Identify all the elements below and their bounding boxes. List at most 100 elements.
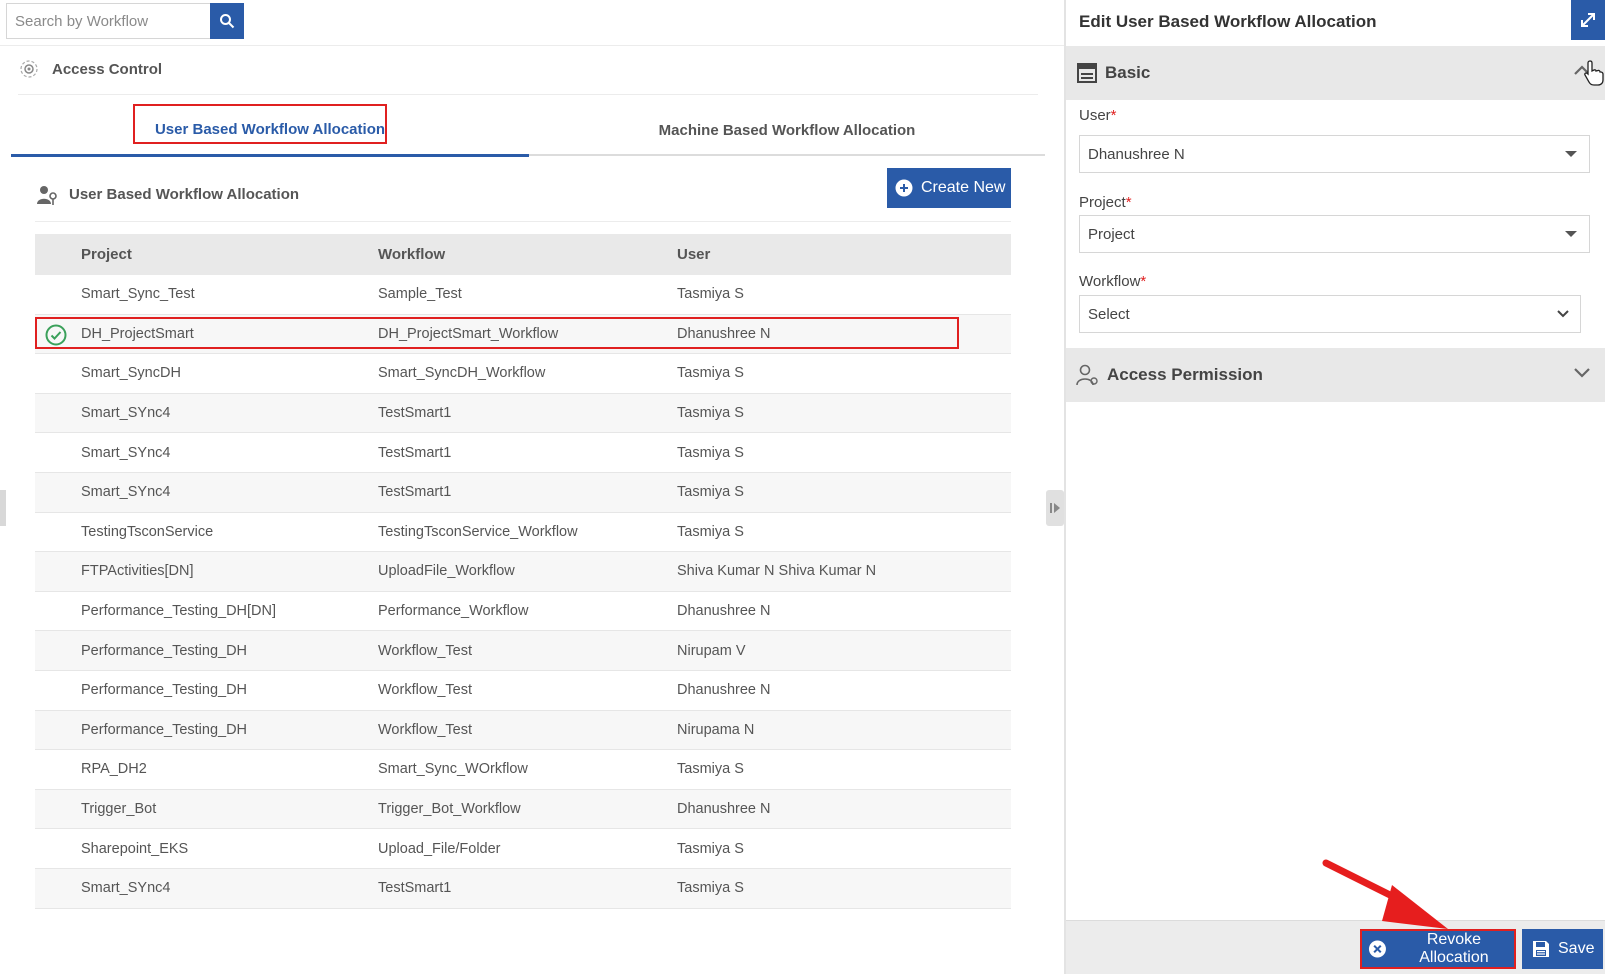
- cell-user: Tasmiya S: [677, 761, 744, 778]
- revoke-allocation-button[interactable]: Revoke Allocation: [1360, 929, 1516, 969]
- cell-workflow: Upload_File/Folder: [378, 840, 501, 857]
- workflow-select-value: Select: [1088, 305, 1130, 323]
- column-header-workflow[interactable]: Workflow: [378, 246, 677, 263]
- cell-project: Smart_SYnc4: [81, 484, 171, 501]
- allocation-table: Project Workflow User Smart_Sync_Test Sam…: [35, 234, 1011, 909]
- cell-workflow: Smart_Sync_WOrkflow: [378, 761, 528, 778]
- basic-section-header[interactable]: Basic: [1066, 46, 1605, 100]
- cell-user: Tasmiya S: [677, 840, 744, 857]
- table-row[interactable]: Trigger_Bot Trigger_Bot_Workflow Dhanushre…: [35, 789, 1011, 830]
- table-row[interactable]: Sharepoint_EKS Upload_File/Folder Tasmiya …: [35, 829, 1011, 869]
- table-row[interactable]: Smart_SYnc4 TestSmart1 Tasmiya S: [35, 433, 1011, 473]
- project-select-value: Project: [1088, 225, 1135, 243]
- cell-project: DH_ProjectSmart: [81, 325, 194, 342]
- table-row[interactable]: Performance_Testing_DH[DN] Performance_Wo…: [35, 591, 1011, 632]
- cell-user: Dhanushree N: [677, 325, 771, 342]
- table-row[interactable]: Smart_SYnc4 TestSmart1 Tasmiya S: [35, 472, 1011, 513]
- revoke-allocation-label: Revoke Allocation: [1419, 931, 1489, 966]
- chevron-down-icon[interactable]: [1573, 366, 1591, 378]
- cell-workflow: DH_ProjectSmart_Workflow: [378, 325, 559, 342]
- divider: [18, 94, 1038, 95]
- left-collapse-handle[interactable]: [0, 490, 6, 526]
- breadcrumb: Access Control: [18, 58, 162, 80]
- cell-project: Performance_Testing_DH: [81, 721, 248, 738]
- cell-workflow: Sample_Test: [378, 286, 462, 303]
- panel-footer: Revoke Allocation Save: [1066, 920, 1605, 974]
- cell-project: Smart_SYnc4: [81, 880, 171, 897]
- table-row[interactable]: Performance_Testing_DH Workflow_Test Nirup…: [35, 710, 1011, 751]
- cell-workflow: Workflow_Test: [378, 721, 473, 738]
- cell-project: Trigger_Bot: [81, 801, 157, 818]
- cell-project: Performance_Testing_DH[DN]: [81, 603, 277, 620]
- create-new-button[interactable]: Create New: [887, 168, 1011, 208]
- user-field-label: User*: [1079, 107, 1117, 124]
- breadcrumb-label: Access Control: [52, 60, 163, 78]
- user-key-icon: [37, 185, 57, 205]
- cell-project: RPA_DH2: [81, 761, 147, 778]
- cell-project: FTPActivities[DN]: [81, 563, 194, 580]
- cell-project: Performance_Testing_DH: [81, 682, 248, 699]
- project-select[interactable]: Project: [1079, 215, 1590, 253]
- basic-section-label: Basic: [1105, 63, 1151, 82]
- save-icon: [1533, 941, 1549, 957]
- check-circle-icon: [45, 324, 67, 346]
- cell-user: Tasmiya S: [677, 365, 744, 382]
- table-row[interactable]: TestingTsconService TestingTsconService_W…: [35, 512, 1011, 553]
- chevron-up-icon[interactable]: [1573, 64, 1591, 76]
- tab-bar: User Based Workflow Allocation Machine B…: [11, 104, 1045, 157]
- table-body: Smart_Sync_Test Sample_Test Tasmiya S DH_Pr…: [35, 275, 1011, 909]
- search-button[interactable]: [210, 3, 244, 39]
- save-label: Save: [1558, 940, 1595, 957]
- pane-resize-handle[interactable]: [1046, 490, 1064, 526]
- cell-project: Smart_SyncDH: [81, 365, 181, 382]
- panel-title: Edit User Based Workflow Allocation: [1079, 12, 1377, 31]
- cell-workflow: Workflow_Test: [378, 682, 473, 699]
- project-field-label: Project*: [1079, 194, 1132, 211]
- cell-workflow: Trigger_Bot_Workflow: [378, 801, 521, 818]
- user-select[interactable]: Dhanushree N: [1079, 135, 1590, 173]
- cell-workflow: TestSmart1: [378, 484, 452, 501]
- search-icon: [220, 14, 235, 29]
- cell-project: Smart_SYnc4: [81, 405, 171, 422]
- column-header-user[interactable]: User: [677, 246, 1011, 263]
- workflow-field-label: Workflow*: [1079, 273, 1147, 290]
- table-row[interactable]: RPA_DH2 Smart_Sync_WOrkflow Tasmiya S: [35, 750, 1011, 790]
- cell-user: Nirupam V: [677, 642, 746, 659]
- table-row[interactable]: Smart_SyncDH Smart_SyncDH_Workflow Tasmiya…: [35, 354, 1011, 394]
- table-row[interactable]: FTPActivities[DN] UploadFile_Workflow Shiv…: [35, 552, 1011, 592]
- cell-project: TestingTsconService: [81, 523, 214, 540]
- expand-button[interactable]: [1571, 0, 1605, 40]
- create-new-label: Create New: [921, 179, 1006, 196]
- tab-user-based[interactable]: User Based Workflow Allocation: [11, 104, 529, 157]
- allocation-list-pane: Access Control User Based Workflow Alloc…: [0, 0, 1064, 974]
- panel-toggle-icon: [1050, 503, 1060, 513]
- user-permission-icon: [1076, 364, 1098, 386]
- cell-user: Tasmiya S: [677, 286, 744, 303]
- cell-workflow: TestSmart1: [378, 880, 452, 897]
- tab-machine-based[interactable]: Machine Based Workflow Allocation: [529, 104, 1045, 156]
- search-bar: [6, 3, 244, 39]
- column-header-project[interactable]: Project: [35, 246, 378, 263]
- cell-user: Tasmiya S: [677, 523, 744, 540]
- section-header: User Based Workflow Allocation Create Ne…: [35, 168, 1011, 222]
- save-button[interactable]: Save: [1522, 929, 1603, 969]
- caret-down-icon: [1565, 231, 1577, 237]
- table-row[interactable]: DH_ProjectSmart DH_ProjectSmart_Workflow D…: [35, 314, 1011, 355]
- table-row[interactable]: Performance_Testing_DH Workflow_Test Dhanu…: [35, 670, 1011, 711]
- table-row[interactable]: Smart_SYnc4 TestSmart1 Tasmiya S: [35, 868, 1011, 909]
- access-permission-section-header[interactable]: Access Permission: [1066, 348, 1605, 402]
- cell-user: Dhanushree N: [677, 603, 771, 620]
- cell-user: Tasmiya S: [677, 444, 744, 461]
- section-title: User Based Workflow Allocation: [69, 186, 300, 203]
- cell-workflow: TestSmart1: [378, 405, 452, 422]
- cell-workflow: TestingTsconService_Workflow: [378, 523, 578, 540]
- table-row[interactable]: Smart_SYnc4 TestSmart1 Tasmiya S: [35, 393, 1011, 434]
- cell-user: Nirupama N: [677, 721, 755, 738]
- access-permission-label: Access Permission: [1107, 365, 1263, 384]
- table-row[interactable]: Performance_Testing_DH Workflow_Test Nirup…: [35, 631, 1011, 671]
- table-row[interactable]: Smart_Sync_Test Sample_Test Tasmiya S: [35, 275, 1011, 315]
- search-input[interactable]: [6, 3, 210, 39]
- workflow-select[interactable]: Select: [1079, 295, 1581, 333]
- chevron-down-icon: [1557, 310, 1569, 318]
- cell-workflow: Workflow_Test: [378, 642, 473, 659]
